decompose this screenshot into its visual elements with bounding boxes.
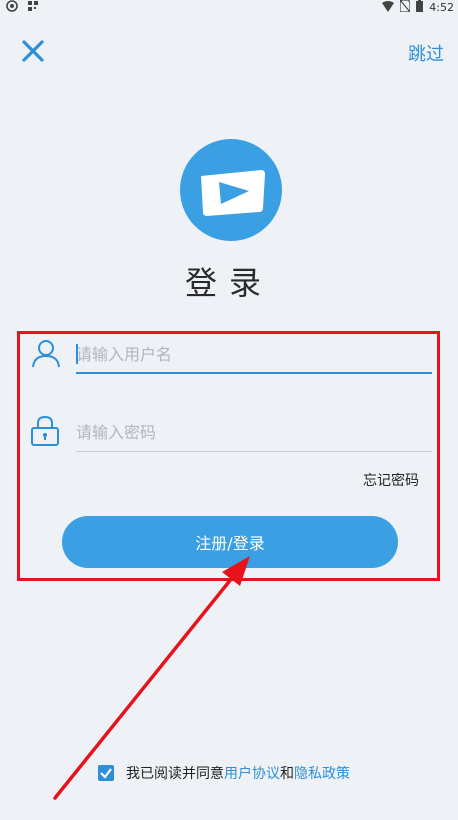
check-icon: [100, 768, 112, 779]
agreement-row: 我已阅读并同意 用户协议和隐私政策: [98, 763, 350, 783]
user-agreement-link[interactable]: 用户协议: [224, 763, 280, 783]
agreement-and: 和: [280, 766, 294, 782]
agreement-checkbox[interactable]: [98, 765, 114, 781]
agreement-prefix: 我已阅读并同意: [126, 766, 224, 782]
annotation-arrow: [53, 556, 250, 800]
privacy-policy-link[interactable]: 隐私政策: [294, 763, 350, 783]
